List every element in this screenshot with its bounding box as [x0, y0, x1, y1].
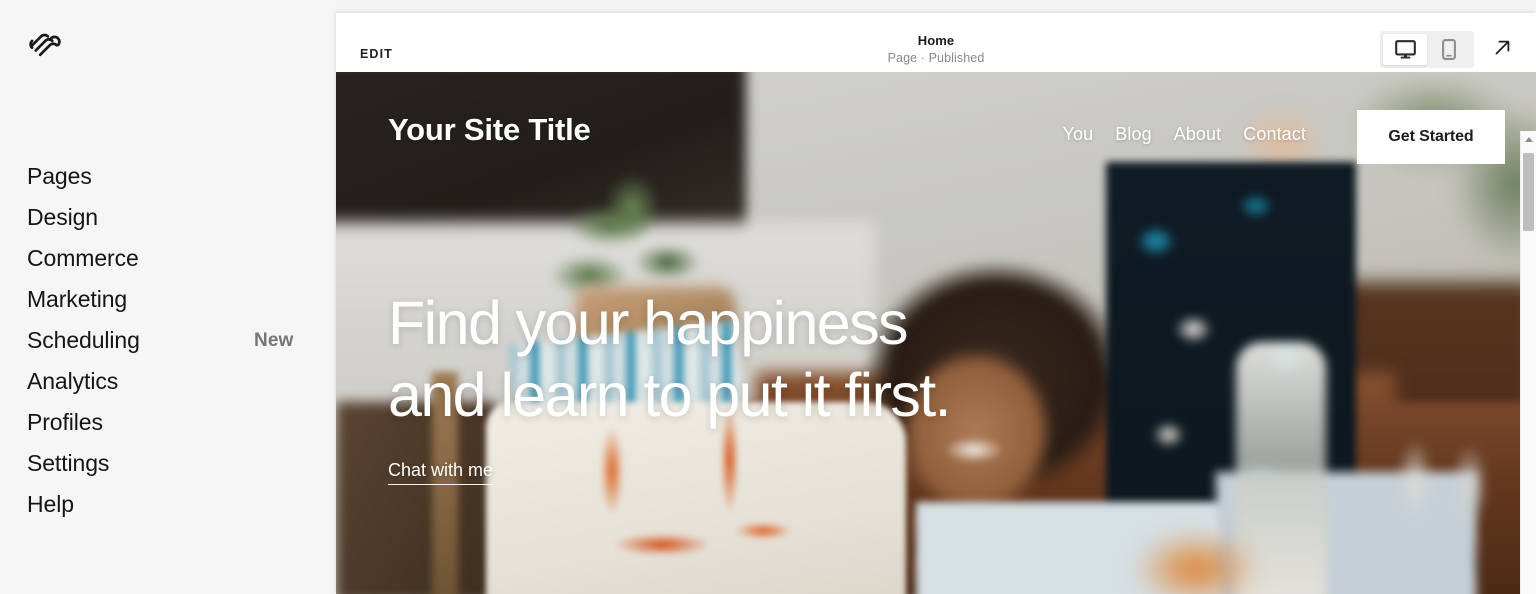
- squarespace-logo[interactable]: [24, 22, 66, 64]
- site-nav-link-about[interactable]: About: [1174, 124, 1222, 145]
- mobile-phone-icon: [1442, 39, 1456, 60]
- hero-copy: Find your happiness and learn to put it …: [388, 287, 1128, 485]
- device-toggle-group: [1380, 31, 1474, 68]
- sidebar-item-profiles[interactable]: Profiles: [0, 402, 336, 443]
- hero-headline-line-1: Find your happiness: [388, 289, 909, 357]
- sidebar-item-label: Analytics: [27, 368, 119, 394]
- new-badge: New: [254, 330, 294, 351]
- open-site-button[interactable]: [1488, 36, 1516, 64]
- site-preview-panel: EDIT Home Page · Published Your Site Tit…: [336, 13, 1536, 594]
- toolbar-controls: [1380, 31, 1516, 68]
- sidebar-item-design[interactable]: Design: [0, 197, 336, 238]
- sidebar-nav: Pages Design Commerce Marketing Scheduli…: [0, 156, 336, 525]
- squarespace-admin-window: Pages Design Commerce Marketing Scheduli…: [0, 0, 1536, 594]
- sidebar-item-help[interactable]: Help: [0, 484, 336, 525]
- desktop-monitor-icon: [1394, 40, 1416, 59]
- get-started-button[interactable]: Get Started: [1357, 110, 1505, 164]
- page-status: Page · Published: [887, 51, 985, 65]
- sidebar-item-analytics[interactable]: Analytics: [0, 361, 336, 402]
- sidebar-item-marketing[interactable]: Marketing: [0, 279, 336, 320]
- page-title: Home: [917, 33, 955, 48]
- preview-toolbar: EDIT Home Page · Published: [336, 13, 1536, 72]
- mobile-view-button[interactable]: [1427, 34, 1471, 65]
- sidebar-item-label: Scheduling: [27, 327, 140, 353]
- sidebar-item-commerce[interactable]: Commerce: [0, 238, 336, 279]
- site-nav-link-blog[interactable]: Blog: [1115, 124, 1151, 145]
- site-nav-link-contact[interactable]: Contact: [1243, 124, 1306, 145]
- sidebar-item-label: Help: [27, 491, 74, 517]
- site-nav-link-you[interactable]: You: [1063, 124, 1094, 145]
- preview-scrollbar[interactable]: [1520, 131, 1536, 594]
- site-header: Your Site Title You Blog About Contact G…: [336, 72, 1536, 190]
- desktop-view-button[interactable]: [1383, 34, 1427, 65]
- main-sidebar: Pages Design Commerce Marketing Scheduli…: [0, 0, 336, 594]
- sidebar-item-scheduling[interactable]: Scheduling New: [0, 320, 336, 361]
- scrollbar-thumb[interactable]: [1523, 153, 1534, 231]
- hero-headline-line-2: and learn to put it first.: [388, 361, 952, 429]
- external-link-arrow-icon: [1492, 37, 1513, 63]
- sidebar-item-label: Profiles: [27, 409, 103, 435]
- scroll-up-arrow-icon[interactable]: [1521, 131, 1536, 148]
- sidebar-item-settings[interactable]: Settings: [0, 443, 336, 484]
- sidebar-item-label: Pages: [27, 163, 92, 189]
- sidebar-item-label: Settings: [27, 450, 110, 476]
- sidebar-item-label: Marketing: [27, 286, 128, 312]
- site-title[interactable]: Your Site Title: [388, 112, 591, 148]
- chat-with-me-link[interactable]: Chat with me: [388, 460, 494, 485]
- site-nav: You Blog About Contact: [1063, 124, 1306, 145]
- sidebar-item-label: Commerce: [27, 245, 139, 271]
- page-info: Home Page · Published: [336, 33, 1536, 67]
- sidebar-item-label: Design: [27, 204, 98, 230]
- site-preview-viewport[interactable]: Your Site Title You Blog About Contact G…: [336, 72, 1536, 594]
- sidebar-item-pages[interactable]: Pages: [0, 156, 336, 197]
